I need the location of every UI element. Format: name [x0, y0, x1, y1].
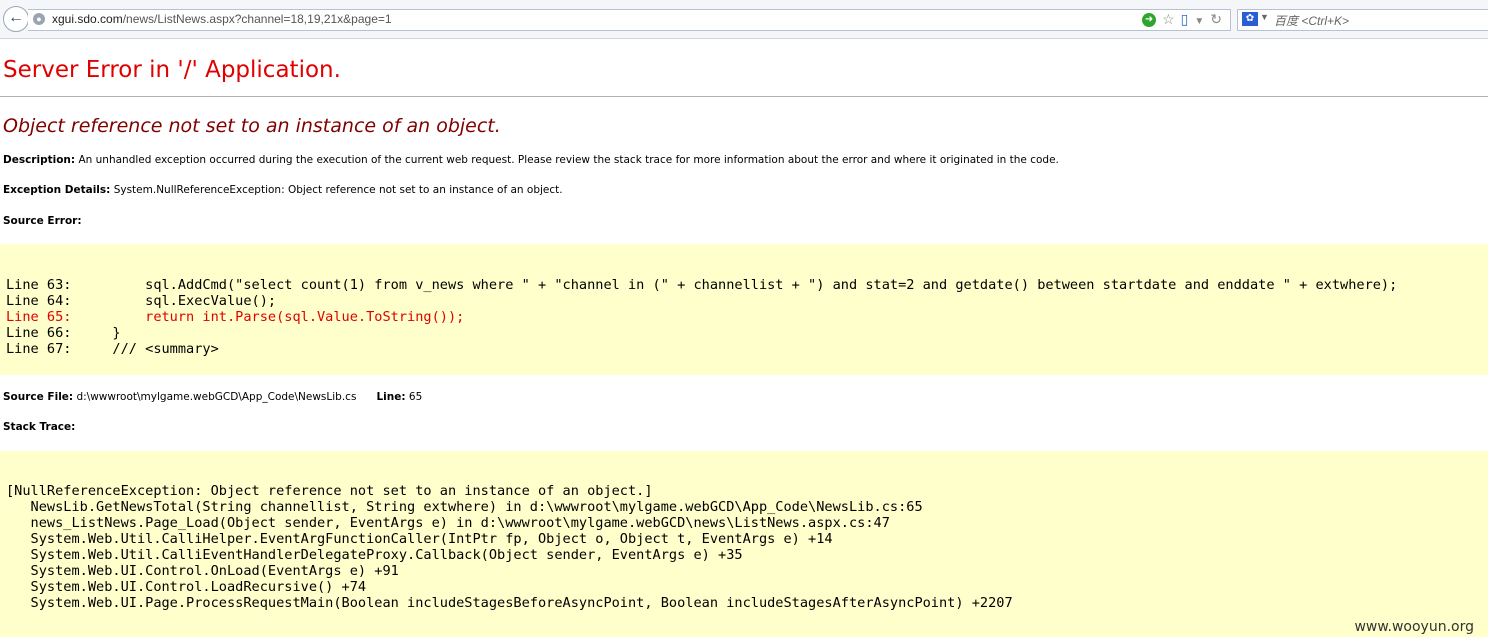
stack-line: System.Web.UI.Page.ProcessRequestMain(Bo… [6, 595, 1013, 611]
url-path: /news/ListNews.aspx?channel=18,19,21x&pa… [122, 12, 392, 26]
stack-line: System.Web.Util.CalliHelper.EventArgFunc… [6, 531, 833, 547]
source-file-path: d:\wwwroot\mylgame.webGCD\App_Code\NewsL… [76, 391, 357, 403]
line-label: Line: [376, 391, 406, 403]
source-line: Line 64: sql.ExecValue(); [6, 293, 277, 309]
source-line: Line 66: } [6, 325, 121, 341]
globe-icon: ● [33, 13, 45, 25]
stack-line: System.Web.UI.Control.OnLoad(EventArgs e… [6, 563, 399, 579]
source-file-row: Source File: d:\wwwroot\mylgame.webGCD\A… [3, 391, 422, 403]
stack-line: [NullReferenceException: Object referenc… [6, 483, 653, 499]
description-row: Description: An unhandled exception occu… [3, 154, 1059, 166]
line-number: 65 [408, 391, 423, 403]
reload-icon[interactable]: ↻ [1210, 11, 1222, 27]
search-engine-dropdown-icon[interactable]: ▼ [1260, 12, 1269, 22]
stack-line: news_ListNews.Page_Load(Object sender, E… [6, 515, 890, 531]
source-error-label: Source Error: [3, 215, 82, 227]
stack-line: System.Web.Util.CalliEventHandlerDelegat… [6, 547, 743, 563]
stack-trace-heading: Stack Trace: [3, 421, 75, 433]
error-page: Server Error in '/' Application. Object … [0, 39, 1488, 637]
source-line: Line 63: sql.AddCmd("select count(1) fro… [6, 277, 1398, 293]
star-icon[interactable]: ☆ [1162, 11, 1175, 27]
source-error-line: Line 65: return int.Parse(sql.Value.ToSt… [6, 309, 465, 325]
source-file-label: Source File: [3, 391, 74, 403]
divider [0, 96, 1488, 97]
source-code-box: Line 63: sql.AddCmd("select count(1) fro… [0, 244, 1488, 375]
url-host: xgui.sdo.com [52, 12, 123, 26]
urlbar-icons: ➜ ☆ ▯ ▼ ↻ [1136, 11, 1222, 28]
address-bar[interactable]: ● xgui.sdo.com/news/ListNews.aspx?channe… [28, 9, 1231, 31]
mobile-icon[interactable]: ▯ [1181, 11, 1189, 27]
search-bar[interactable]: ✿ ▼ 百度 <Ctrl+K> [1237, 9, 1488, 31]
error-message: Object reference not set to an instance … [3, 115, 501, 137]
source-line: Line 67: /// <summary> [6, 341, 219, 357]
source-error-heading: Source Error: [3, 215, 82, 227]
search-input[interactable]: 百度 <Ctrl+K> [1274, 12, 1349, 29]
watermark: www.wooyun.org [1354, 619, 1474, 635]
description-text: An unhandled exception occurred during t… [78, 154, 1059, 166]
paw-icon[interactable]: ✿ [1242, 12, 1258, 26]
exception-text: System.NullReferenceException: Object re… [113, 184, 563, 196]
dropdown-icon[interactable]: ▼ [1194, 16, 1204, 27]
exception-label: Exception Details: [3, 184, 111, 196]
page-title: Server Error in '/' Application. [3, 57, 341, 83]
stack-line: System.Web.UI.Control.LoadRecursive() +7… [6, 579, 367, 595]
stack-line: NewsLib.GetNewsTotal(String channellist,… [6, 499, 923, 515]
description-label: Description: [3, 154, 76, 166]
stack-trace-box: [NullReferenceException: Object referenc… [0, 451, 1488, 637]
back-arrow-icon[interactable]: ← [3, 6, 29, 32]
stack-trace-label: Stack Trace: [3, 421, 76, 433]
browser-toolbar: ← ● xgui.sdo.com/news/ListNews.aspx?chan… [0, 0, 1488, 39]
exception-row: Exception Details: System.NullReferenceE… [3, 184, 563, 196]
url-text: xgui.sdo.com/news/ListNews.aspx?channel=… [52, 12, 392, 26]
go-icon[interactable]: ➜ [1142, 13, 1157, 28]
source-code: Line 63: sql.AddCmd("select count(1) fro… [6, 277, 1397, 357]
stack-trace: [NullReferenceException: Object referenc… [6, 483, 1013, 611]
